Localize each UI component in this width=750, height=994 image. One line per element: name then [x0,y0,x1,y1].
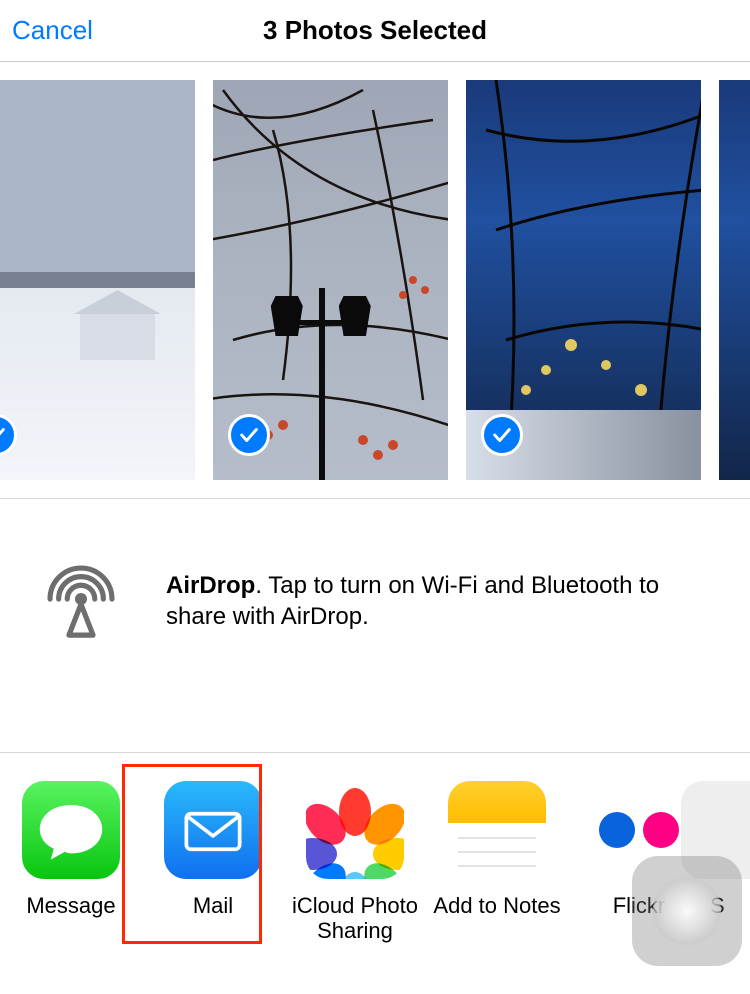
app-label: Message [26,893,115,918]
share-app-mail[interactable]: Mail [142,781,284,944]
message-icon [22,781,120,879]
airdrop-label-bold: AirDrop [166,572,255,599]
selected-photos-row[interactable] [0,62,750,499]
photo-content [319,288,325,480]
photo-content [271,296,303,336]
mail-icon [164,781,262,879]
photo-thumbnail[interactable] [466,80,701,480]
cancel-button[interactable]: Cancel [12,15,93,46]
notes-icon [448,781,546,879]
app-label: Mail [193,893,233,918]
share-app-icloud-photo-sharing[interactable]: iCloud Photo Sharing [284,781,426,944]
photo-thumbnail[interactable] [0,80,195,480]
photo-thumbnail[interactable] [719,80,750,480]
photo-thumbnail[interactable] [213,80,448,480]
selected-check-icon [481,414,523,456]
photos-icon [306,781,404,879]
share-sheet-header: Cancel 3 Photos Selected [0,0,750,62]
share-app-message[interactable]: Message [0,781,142,944]
selected-check-icon [0,414,17,456]
share-app-add-to-notes[interactable]: Add to Notes [426,781,568,944]
photo-content [339,296,371,336]
airdrop-description: AirDrop. Tap to turn on Wi-Fi and Blueto… [166,554,714,632]
photo-content [80,312,155,360]
assistive-touch-icon [653,877,721,945]
page-title: 3 Photos Selected [263,15,487,46]
assistive-touch-button[interactable] [632,856,742,966]
airdrop-icon [36,554,126,644]
airdrop-section[interactable]: AirDrop. Tap to turn on Wi-Fi and Blueto… [0,499,750,753]
app-label: iCloud Photo Sharing [284,893,426,944]
selected-check-icon [228,414,270,456]
app-label: Add to Notes [433,893,560,918]
